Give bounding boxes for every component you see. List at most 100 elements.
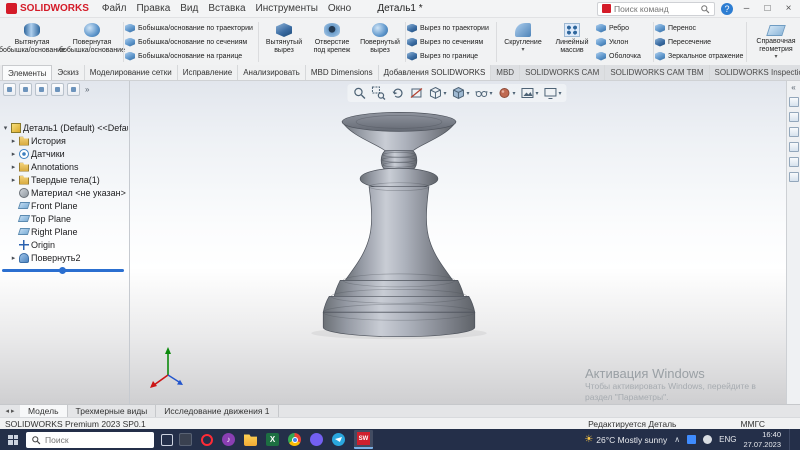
task-view-icon[interactable]: [161, 433, 173, 446]
show-desktop-strip[interactable]: [789, 429, 795, 450]
design-library-icon[interactable]: [788, 97, 799, 107]
tab-3d-views[interactable]: Трехмерные виды: [68, 405, 157, 417]
linear-pattern-button[interactable]: Линейный массив: [548, 19, 596, 65]
extruded-boss-button[interactable]: Вытянутая бобышка/основание: [0, 19, 65, 65]
browser-icon[interactable]: [288, 433, 301, 446]
scene-icon[interactable]: [788, 157, 799, 167]
tree-item-top-plane[interactable]: Top Plane: [10, 212, 128, 225]
tab-solidworks-addins[interactable]: Добавления SOLIDWORKS: [378, 65, 492, 80]
app-icon[interactable]: [179, 433, 192, 446]
shell-button[interactable]: Оболочка: [596, 50, 652, 62]
pane-expand-icon[interactable]: »: [85, 85, 89, 94]
view-settings-icon[interactable]: ▾: [544, 86, 562, 100]
tab-scroll-right-icon[interactable]: ▸: [11, 407, 15, 415]
tree-item-right-plane[interactable]: Right Plane: [10, 225, 128, 238]
file-explorer-icon[interactable]: [788, 112, 799, 122]
command-search-input[interactable]: [614, 3, 697, 14]
previous-view-icon[interactable]: [390, 86, 404, 100]
tab-evaluate[interactable]: Анализировать: [238, 65, 306, 80]
propertymanager-tab-icon[interactable]: [19, 83, 32, 96]
taskbar-search-input[interactable]: [45, 434, 149, 445]
tab-features[interactable]: Элементы: [2, 65, 53, 80]
configurationmanager-tab-icon[interactable]: [35, 83, 48, 96]
excel-icon[interactable]: X: [266, 433, 279, 446]
weather-widget[interactable]: ☀ 26°C Mostly sunny: [584, 434, 667, 445]
tab-scroll-buttons[interactable]: ◂ ▸: [0, 405, 20, 417]
graphics-viewport[interactable]: ▾ ▾ ▾ ▾ ▾ ▾ » ▾ Деталь1 (Default) <<Defau…: [0, 81, 800, 404]
menu-tools[interactable]: Инструменты: [251, 3, 323, 14]
tab-scroll-left-icon[interactable]: ◂: [5, 407, 9, 415]
rollback-bar[interactable]: [2, 267, 124, 274]
reference-geometry-button[interactable]: Справочная геометрия ▾: [748, 19, 800, 65]
swept-cut-button[interactable]: Вырез по траектории: [407, 22, 495, 34]
file-explorer-taskbar-icon[interactable]: [244, 434, 257, 446]
tree-item-annotations[interactable]: ▸ Annotations: [10, 160, 128, 173]
section-view-icon[interactable]: [409, 86, 423, 100]
viber-icon[interactable]: [310, 433, 323, 446]
displaymanager-tab-icon[interactable]: [67, 83, 80, 96]
menu-window[interactable]: Окно: [323, 3, 356, 14]
edit-appearance-icon[interactable]: ▾: [498, 86, 516, 100]
expand-icon[interactable]: ▸: [10, 254, 17, 262]
tab-solidworks-cam-tbm[interactable]: SOLIDWORKS CAM TBM: [605, 65, 710, 80]
tree-item-material[interactable]: Материал <не указан>: [10, 186, 128, 199]
tree-item-solid-bodies[interactable]: ▸ Твердые тела(1): [10, 173, 128, 186]
zoom-to-area-icon[interactable]: [371, 86, 386, 100]
tab-model[interactable]: Модель: [20, 405, 68, 417]
revolved-boss-button[interactable]: Повернутая бобышка/основание: [59, 19, 125, 65]
view-palette-icon[interactable]: [788, 127, 799, 137]
music-app-icon[interactable]: ♪: [222, 433, 235, 446]
menu-insert[interactable]: Вставка: [203, 3, 250, 14]
lofted-boss-button[interactable]: Бобышка/основание по сечениям: [125, 36, 257, 48]
tab-mbd-dimensions[interactable]: MBD Dimensions: [305, 65, 379, 80]
start-button[interactable]: [0, 429, 26, 450]
search-icon[interactable]: [700, 4, 710, 14]
units-label[interactable]: ММГС: [740, 419, 765, 429]
maximize-button[interactable]: □: [760, 3, 775, 14]
tray-app-icon[interactable]: [687, 435, 697, 444]
tab-sketch[interactable]: Эскиз: [52, 65, 85, 80]
collapse-icon[interactable]: ▾: [2, 124, 9, 132]
tree-item-sensors[interactable]: ▸ Датчики: [10, 147, 128, 160]
lofted-cut-button[interactable]: Вырез по сечениям: [407, 36, 495, 48]
tab-mbd[interactable]: MBD: [491, 65, 521, 80]
tab-solidworks-cam[interactable]: SOLIDWORKS CAM: [520, 65, 606, 80]
telegram-icon[interactable]: [332, 433, 345, 446]
boundary-boss-button[interactable]: Бобышка/основание на границе: [125, 50, 257, 62]
zoom-to-fit-icon[interactable]: [352, 86, 366, 100]
tray-expand-icon[interactable]: ∧: [674, 435, 680, 444]
taskbar-search[interactable]: [26, 431, 154, 448]
fillet-button[interactable]: Скругление ▾: [498, 19, 548, 65]
hide-show-items-icon[interactable]: ▾: [474, 86, 493, 100]
tree-item-part-root[interactable]: ▾ Деталь1 (Default) <<Default>_Display: [2, 121, 128, 134]
opera-icon[interactable]: [201, 433, 213, 446]
extruded-cut-button[interactable]: Вытянутый вырез: [260, 19, 308, 65]
minimize-button[interactable]: –: [739, 3, 754, 14]
expand-icon[interactable]: ▸: [10, 137, 17, 145]
revolved-cut-button[interactable]: Повернутый вырез: [356, 19, 404, 65]
display-style-icon[interactable]: ▾: [451, 86, 469, 100]
pane-collapse-icon[interactable]: «: [791, 84, 795, 92]
appearances-icon[interactable]: [788, 142, 799, 152]
tab-mesh-modeling[interactable]: Моделирование сетки: [84, 65, 178, 80]
tree-item-origin[interactable]: Origin: [10, 238, 128, 251]
boundary-cut-button[interactable]: Вырез по границе: [407, 50, 495, 62]
expand-icon[interactable]: ▸: [10, 150, 17, 158]
rib-button[interactable]: Ребро: [596, 22, 652, 34]
language-indicator[interactable]: ENG: [719, 435, 736, 444]
menu-file[interactable]: Файл: [97, 3, 132, 14]
mirror-button[interactable]: Зеркальное отражение: [655, 50, 745, 62]
custom-properties-icon[interactable]: [788, 172, 799, 182]
tab-repair[interactable]: Исправление: [177, 65, 239, 80]
help-icon[interactable]: ?: [721, 2, 733, 15]
tab-motion-study-1[interactable]: Исследование движения 1: [156, 405, 279, 417]
draft-button[interactable]: Уклон: [596, 36, 652, 48]
menu-view[interactable]: Вид: [175, 3, 203, 14]
taskbar-clock[interactable]: 16:40 27.07.2023: [743, 430, 781, 449]
command-search[interactable]: [597, 1, 715, 16]
featuremanager-tab-icon[interactable]: [3, 83, 16, 96]
menu-edit[interactable]: Правка: [131, 3, 175, 14]
wrap-button[interactable]: Перенос: [655, 22, 745, 34]
expand-icon[interactable]: ▸: [10, 163, 17, 171]
tree-item-front-plane[interactable]: Front Plane: [10, 199, 128, 212]
